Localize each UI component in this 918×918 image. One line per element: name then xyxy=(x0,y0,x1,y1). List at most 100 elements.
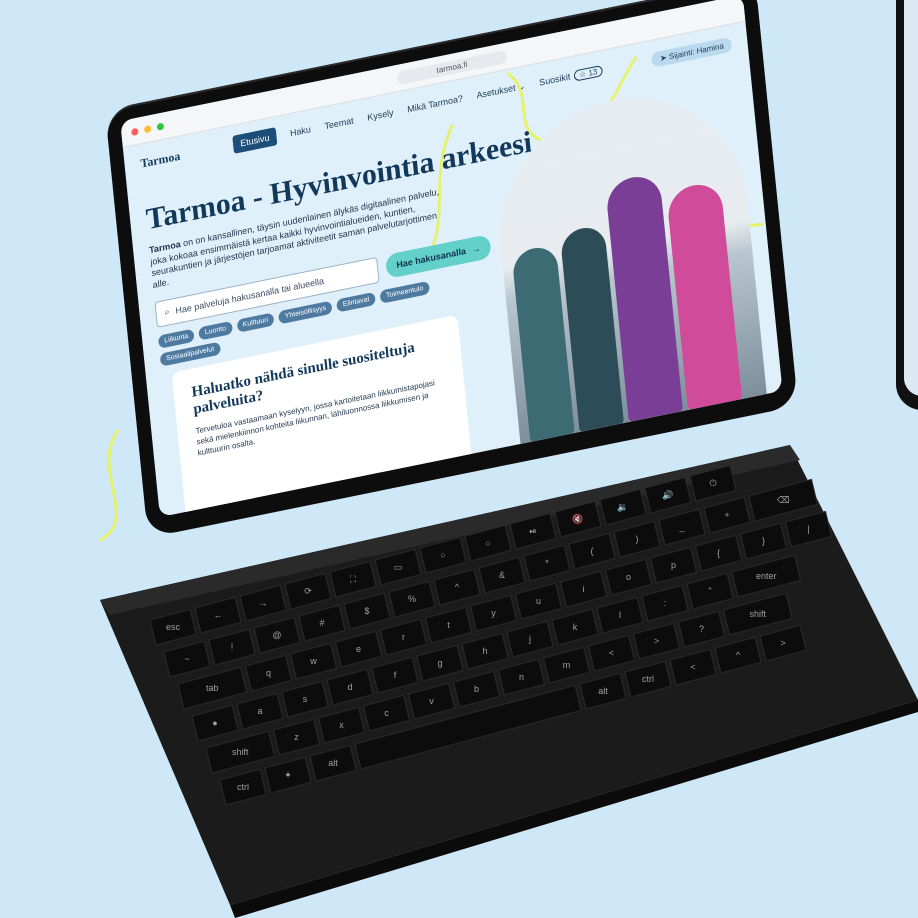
key-b[interactable]: b xyxy=(452,670,501,708)
key-#[interactable]: # xyxy=(298,604,346,642)
key-u[interactable]: u xyxy=(514,582,563,620)
key-o[interactable]: o xyxy=(604,558,653,596)
key-g[interactable]: g xyxy=(416,644,464,682)
key-s[interactable]: s xyxy=(281,680,329,718)
key-○[interactable]: ○ xyxy=(464,524,512,562)
key-esc[interactable]: esc xyxy=(149,608,197,646)
key-i[interactable]: i xyxy=(559,570,608,608)
key-l[interactable]: l xyxy=(596,596,644,634)
key-![interactable]: ! xyxy=(208,628,256,666)
chip-toimeentulo[interactable]: Toimeentulo xyxy=(379,280,430,304)
key-|[interactable]: | xyxy=(784,510,833,548)
key-tab[interactable]: tab xyxy=(177,666,248,710)
close-dot-icon[interactable] xyxy=(130,127,139,136)
key-🔊[interactable]: 🔊 xyxy=(644,476,692,514)
key-label: j xyxy=(528,634,531,644)
key-f[interactable]: f xyxy=(371,656,419,694)
chip-liikunta[interactable]: Liikunta xyxy=(157,328,195,349)
key-○[interactable]: ○ xyxy=(419,536,467,574)
maximize-dot-icon[interactable] xyxy=(156,121,165,131)
key-^[interactable]: ^ xyxy=(714,636,762,674)
key-$[interactable]: $ xyxy=(343,592,391,630)
location-button[interactable]: ➤ Sijainti: Hamina xyxy=(651,36,733,68)
key-ctrl[interactable]: ctrl xyxy=(219,768,267,806)
key-⏻[interactable]: ⏻ xyxy=(689,464,737,502)
key-_[interactable]: _ xyxy=(658,508,706,546)
key-p[interactable]: p xyxy=(649,546,698,584)
key-label: % xyxy=(408,594,416,604)
key-label: " xyxy=(708,586,711,596)
key-→[interactable]: → xyxy=(239,584,287,622)
key-:[interactable]: : xyxy=(641,584,689,622)
key-label: c xyxy=(384,708,389,718)
key-label: : xyxy=(664,598,667,608)
key-▭[interactable]: ▭ xyxy=(374,548,422,586)
key-y[interactable]: y xyxy=(469,594,518,632)
key-j[interactable]: j xyxy=(506,620,554,658)
key-^[interactable]: ^ xyxy=(433,568,481,606)
key-h[interactable]: h xyxy=(461,632,509,670)
key-⛶[interactable]: ⛶ xyxy=(329,560,377,598)
key-ctrl[interactable]: ctrl xyxy=(624,660,672,698)
key-~[interactable]: ~ xyxy=(163,640,211,678)
chip-elintavat[interactable]: Elintavat xyxy=(336,291,376,313)
key-●[interactable]: ● xyxy=(191,704,239,742)
key-+[interactable]: + xyxy=(703,496,751,534)
favorites-button[interactable]: Suosikit ☆ 13 xyxy=(539,64,603,89)
key-q[interactable]: q xyxy=(244,654,293,692)
nav-haku[interactable]: Haku xyxy=(290,124,312,138)
key-r[interactable]: r xyxy=(379,618,428,656)
nav-teemat[interactable]: Teemat xyxy=(324,115,354,131)
key-"[interactable]: " xyxy=(686,572,734,610)
key-([interactable]: ( xyxy=(568,532,616,570)
key-{[interactable]: { xyxy=(694,534,743,572)
minimize-dot-icon[interactable] xyxy=(143,124,152,133)
key-⟳[interactable]: ⟳ xyxy=(284,572,332,610)
key-%[interactable]: % xyxy=(388,580,436,618)
nav-kysely[interactable]: Kysely xyxy=(367,107,394,122)
key-t[interactable]: t xyxy=(424,606,473,644)
key-🔉[interactable]: 🔉 xyxy=(599,488,647,526)
key-z[interactable]: z xyxy=(272,718,321,756)
key-?[interactable]: ? xyxy=(677,610,726,648)
key-shift[interactable]: shift xyxy=(722,592,793,636)
key-v[interactable]: v xyxy=(407,682,456,720)
key-@[interactable]: @ xyxy=(253,616,301,654)
key-&[interactable]: & xyxy=(478,556,526,594)
chip-yhteisöllisyys[interactable]: Yhteisöllisyys xyxy=(278,300,333,325)
key-m[interactable]: m xyxy=(542,646,591,684)
key-shift[interactable]: shift xyxy=(205,730,276,774)
location-arrow-icon: ➤ xyxy=(659,52,668,63)
key-←[interactable]: ← xyxy=(194,596,242,634)
key-<[interactable]: < xyxy=(587,634,636,672)
key-x[interactable]: x xyxy=(317,706,366,744)
key-⌫[interactable]: ⌫ xyxy=(748,478,819,522)
key-c[interactable]: c xyxy=(362,694,411,732)
key-label: g xyxy=(437,658,442,668)
nav-mika-tarmoa[interactable]: Mikä Tarmoa? xyxy=(407,93,464,114)
key-n[interactable]: n xyxy=(497,658,546,696)
key-k[interactable]: k xyxy=(551,608,599,646)
key->[interactable]: > xyxy=(759,624,807,662)
key-🔇[interactable]: 🔇 xyxy=(554,500,602,538)
key-}[interactable]: } xyxy=(739,522,788,560)
chip-kulttuuri[interactable]: Kulttuuri xyxy=(236,312,275,333)
key-*[interactable]: * xyxy=(523,544,571,582)
key-a[interactable]: a xyxy=(236,692,284,730)
key-)[interactable]: ) xyxy=(613,520,661,558)
nav-etusivu[interactable]: Etusivu xyxy=(232,127,278,154)
key->[interactable]: > xyxy=(632,622,681,660)
key-alt[interactable]: alt xyxy=(579,672,627,710)
key-✦[interactable]: ✦ xyxy=(264,756,312,794)
key-<[interactable]: < xyxy=(669,648,717,686)
key-enter[interactable]: enter xyxy=(731,554,802,598)
key-⏯[interactable]: ⏯ xyxy=(509,512,557,550)
site-logo[interactable]: Tarmoa xyxy=(140,148,181,171)
key-e[interactable]: e xyxy=(334,630,383,668)
key-label: l xyxy=(619,610,621,620)
key-w[interactable]: w xyxy=(289,642,338,680)
key-alt[interactable]: alt xyxy=(309,744,357,782)
key-d[interactable]: d xyxy=(326,668,374,706)
nav-asetukset[interactable]: Asetukset ⌄ xyxy=(476,80,526,101)
chip-luonto[interactable]: Luonto xyxy=(198,320,233,341)
